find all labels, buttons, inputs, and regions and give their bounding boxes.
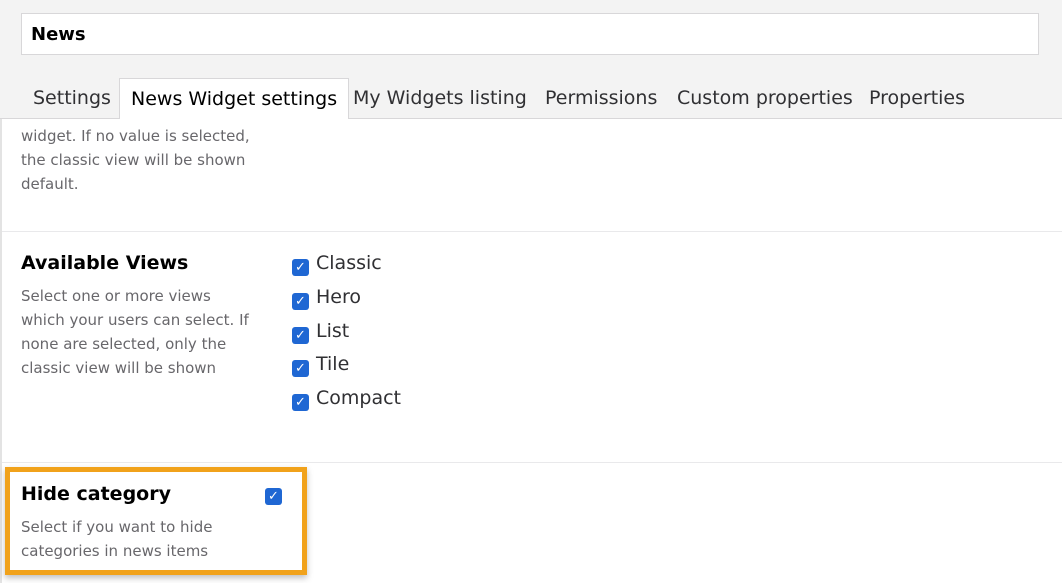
option-label: Classic bbox=[316, 252, 382, 274]
checkbox-checked-icon[interactable]: ✓ bbox=[292, 259, 309, 276]
description-line: widget. If no value is selected, bbox=[21, 127, 250, 145]
description-line: default. bbox=[21, 175, 79, 193]
checkbox-checked-icon[interactable]: ✓ bbox=[292, 360, 309, 377]
view-option-list[interactable]: ✓ List bbox=[292, 320, 349, 344]
tab-settings[interactable]: Settings bbox=[33, 78, 111, 118]
tab-news-widget-settings[interactable]: News Widget settings bbox=[119, 78, 350, 119]
view-option-hero[interactable]: ✓ Hero bbox=[292, 286, 361, 310]
view-option-classic[interactable]: ✓ Classic bbox=[292, 252, 382, 276]
divider bbox=[2, 462, 1062, 463]
checkbox-checked-icon[interactable]: ✓ bbox=[292, 293, 309, 310]
description-line: Select one or more views bbox=[21, 287, 211, 305]
divider bbox=[2, 231, 1062, 232]
default-view-description: widget. If no value is selected, the cla… bbox=[21, 124, 250, 196]
highlight-box bbox=[5, 467, 307, 575]
tab-properties[interactable]: Properties bbox=[869, 78, 965, 118]
option-label: List bbox=[316, 320, 350, 342]
option-label: Compact bbox=[316, 387, 401, 409]
checkbox-checked-icon[interactable]: ✓ bbox=[292, 394, 309, 411]
available-views-description: Select one or more views which your user… bbox=[21, 284, 249, 380]
description-line: the classic view will be shown bbox=[21, 151, 246, 169]
available-views-label: Available Views bbox=[21, 252, 189, 274]
checkbox-checked-icon[interactable]: ✓ bbox=[292, 327, 309, 344]
description-line: which your users can select. If bbox=[21, 311, 249, 329]
tab-permissions[interactable]: Permissions bbox=[545, 78, 657, 118]
option-label: Hero bbox=[316, 286, 361, 308]
option-label: Tile bbox=[316, 353, 350, 375]
tab-my-widgets-listing[interactable]: My Widgets listing bbox=[353, 78, 527, 118]
view-option-compact[interactable]: ✓ Compact bbox=[292, 387, 401, 411]
view-option-tile[interactable]: ✓ Tile bbox=[292, 353, 349, 377]
description-line: none are selected, only the bbox=[21, 335, 227, 353]
tab-bar: Settings News Widget settings My Widgets… bbox=[0, 78, 1062, 119]
description-line: classic view will be shown bbox=[21, 359, 217, 377]
tab-custom-properties[interactable]: Custom properties bbox=[677, 78, 853, 118]
name-field[interactable]: News bbox=[21, 13, 1039, 55]
settings-panel: widget. If no value is selected, the cla… bbox=[0, 119, 1062, 583]
